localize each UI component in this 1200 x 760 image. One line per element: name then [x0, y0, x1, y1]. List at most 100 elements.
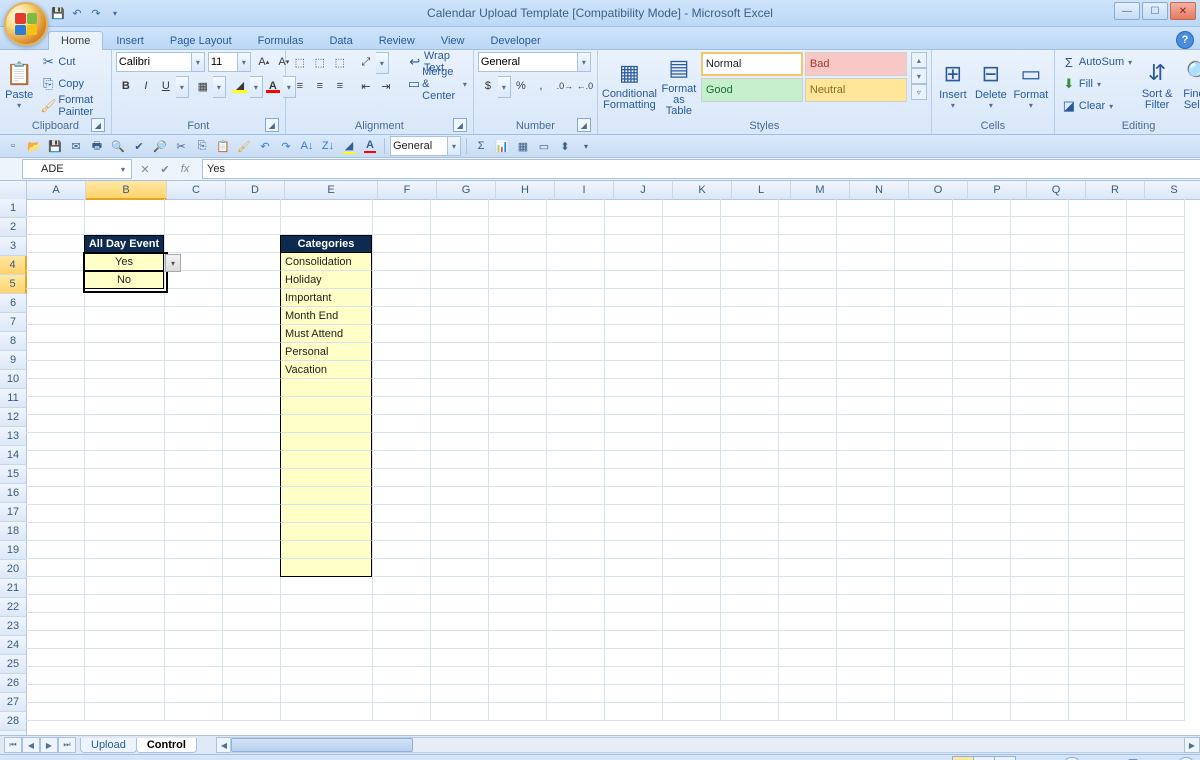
- fontcolor2-icon[interactable]: A: [361, 137, 379, 155]
- decrease-decimal-button[interactable]: ←.0: [575, 76, 595, 96]
- cell-E19[interactable]: [280, 523, 372, 541]
- format2-dropdown[interactable]: ▾: [448, 136, 461, 156]
- style-bad[interactable]: Bad: [805, 52, 907, 76]
- align-center-button[interactable]: ≡: [310, 76, 330, 96]
- ribbon-tab-home[interactable]: Home: [48, 31, 103, 50]
- align-right-button[interactable]: ≡: [330, 76, 350, 96]
- view-normal-button[interactable]: ▦: [952, 756, 974, 760]
- view-pagebreak-button[interactable]: ▤: [994, 756, 1016, 760]
- mail-icon[interactable]: ✉: [67, 137, 85, 155]
- cell-E10[interactable]: Vacation: [280, 361, 372, 379]
- row-header-11[interactable]: 11: [0, 389, 27, 408]
- hscroll-track[interactable]: [230, 737, 1186, 753]
- cell-E14[interactable]: [280, 433, 372, 451]
- row-header-28[interactable]: 28: [0, 712, 27, 731]
- autosum-button[interactable]: ΣAutoSum▾: [1059, 52, 1134, 72]
- number-dialog-launcher[interactable]: ◢: [577, 118, 591, 132]
- column-header-P[interactable]: P: [968, 181, 1027, 200]
- row-header-7[interactable]: 7: [0, 313, 27, 332]
- row-header-4[interactable]: 4: [0, 256, 27, 275]
- row-header-6[interactable]: 6: [0, 294, 27, 313]
- data-validation-dropdown[interactable]: ▾: [165, 254, 181, 272]
- column-header-E[interactable]: E: [285, 181, 378, 200]
- accounting-button[interactable]: $: [478, 76, 498, 96]
- column-header-J[interactable]: J: [614, 181, 673, 200]
- cell-B5[interactable]: No: [84, 271, 164, 289]
- column-header-F[interactable]: F: [378, 181, 437, 200]
- delete-cells-button[interactable]: ⊟Delete▾: [974, 52, 1008, 118]
- new-icon[interactable]: ▫: [4, 137, 22, 155]
- decrease-indent-button[interactable]: ⇤: [356, 76, 376, 96]
- column-header-O[interactable]: O: [909, 181, 968, 200]
- office-button[interactable]: [4, 2, 48, 46]
- sort-filter-button[interactable]: ⇵Sort & Filter: [1138, 52, 1176, 118]
- bold-button[interactable]: B: [116, 76, 136, 96]
- cell-E18[interactable]: [280, 505, 372, 523]
- column-header-N[interactable]: N: [850, 181, 909, 200]
- row-header-27[interactable]: 27: [0, 693, 27, 712]
- find-select-button[interactable]: 🔍Find & Select: [1180, 52, 1200, 118]
- orientation-dropdown[interactable]: ▾: [376, 52, 389, 74]
- cancel-formula-icon[interactable]: ✕: [136, 160, 154, 178]
- name-box[interactable]: ADE ▾: [22, 159, 132, 179]
- cell-E16[interactable]: [280, 469, 372, 487]
- cell-E3[interactable]: Categories: [280, 235, 372, 253]
- row-header-2[interactable]: 2: [0, 218, 27, 237]
- cell-E4[interactable]: Consolidation: [280, 253, 372, 271]
- painter2-icon[interactable]: 🖌: [235, 137, 253, 155]
- cell-B3[interactable]: All Day Event: [84, 235, 164, 253]
- undo2-icon[interactable]: ↶: [256, 137, 274, 155]
- grow-font-button[interactable]: A▴: [254, 52, 274, 72]
- hscroll-right[interactable]: ▶: [1184, 737, 1200, 753]
- copy-button[interactable]: ⎘Copy: [38, 74, 106, 94]
- sort-desc-icon[interactable]: Z↓: [319, 137, 337, 155]
- format-painter-button[interactable]: 🖌Format Painter: [38, 96, 106, 116]
- row-header-23[interactable]: 23: [0, 617, 27, 636]
- style-normal[interactable]: Normal: [701, 52, 803, 76]
- increase-indent-button[interactable]: ⇥: [376, 76, 396, 96]
- name-box-dropdown[interactable]: ▾: [117, 165, 129, 174]
- align-top-button[interactable]: ⬚: [290, 52, 310, 72]
- save-icon[interactable]: 💾: [46, 137, 64, 155]
- column-header-C[interactable]: C: [167, 181, 226, 200]
- row-header-15[interactable]: 15: [0, 465, 27, 484]
- row-header-14[interactable]: 14: [0, 446, 27, 465]
- qat-undo-icon[interactable]: ↶: [69, 5, 85, 21]
- clipboard-dialog-launcher[interactable]: ◢: [91, 118, 105, 132]
- column-header-M[interactable]: M: [791, 181, 850, 200]
- number-format-input[interactable]: [478, 52, 578, 72]
- row-header-26[interactable]: 26: [0, 674, 27, 693]
- close-button[interactable]: ✕: [1170, 2, 1196, 20]
- cell-E20[interactable]: [280, 541, 372, 559]
- clear-button[interactable]: ◪Clear▾: [1059, 96, 1134, 116]
- cell-E8[interactable]: Must Attend: [280, 325, 372, 343]
- ribbon-tab-review[interactable]: Review: [366, 31, 428, 50]
- insert-cells-button[interactable]: ⊞Insert▾: [936, 52, 970, 118]
- sheet-nav-next[interactable]: ▶: [40, 737, 58, 753]
- open-icon[interactable]: 📂: [25, 137, 43, 155]
- font-name-input[interactable]: [116, 52, 192, 72]
- comma-button[interactable]: ,: [531, 76, 551, 96]
- spell-icon[interactable]: ✔: [130, 137, 148, 155]
- font-color-button[interactable]: A: [263, 76, 283, 96]
- ribbon-tab-view[interactable]: View: [428, 31, 478, 50]
- border-dropdown[interactable]: ▾: [213, 76, 226, 98]
- underline-button[interactable]: U: [156, 76, 176, 96]
- column-header-S[interactable]: S: [1145, 181, 1200, 200]
- sigma2-icon[interactable]: Σ: [472, 137, 490, 155]
- format-cells-button[interactable]: ▭Format▾: [1012, 52, 1050, 118]
- row-header-10[interactable]: 10: [0, 370, 27, 389]
- gallery-more-button[interactable]: ▿: [911, 84, 927, 100]
- redo2-icon[interactable]: ↷: [277, 137, 295, 155]
- accounting-dropdown[interactable]: ▾: [498, 76, 511, 98]
- align-middle-button[interactable]: ⬚: [310, 52, 330, 72]
- paste-button[interactable]: 📋 Paste ▾: [4, 52, 34, 118]
- gallery-up-button[interactable]: ▴: [911, 52, 927, 68]
- cell-E7[interactable]: Month End: [280, 307, 372, 325]
- font-dialog-launcher[interactable]: ◢: [265, 118, 279, 132]
- hscroll-thumb[interactable]: [231, 738, 413, 752]
- row-header-19[interactable]: 19: [0, 541, 27, 560]
- cell-E17[interactable]: [280, 487, 372, 505]
- column-header-I[interactable]: I: [555, 181, 614, 200]
- sheet-tab-control[interactable]: Control: [136, 738, 197, 753]
